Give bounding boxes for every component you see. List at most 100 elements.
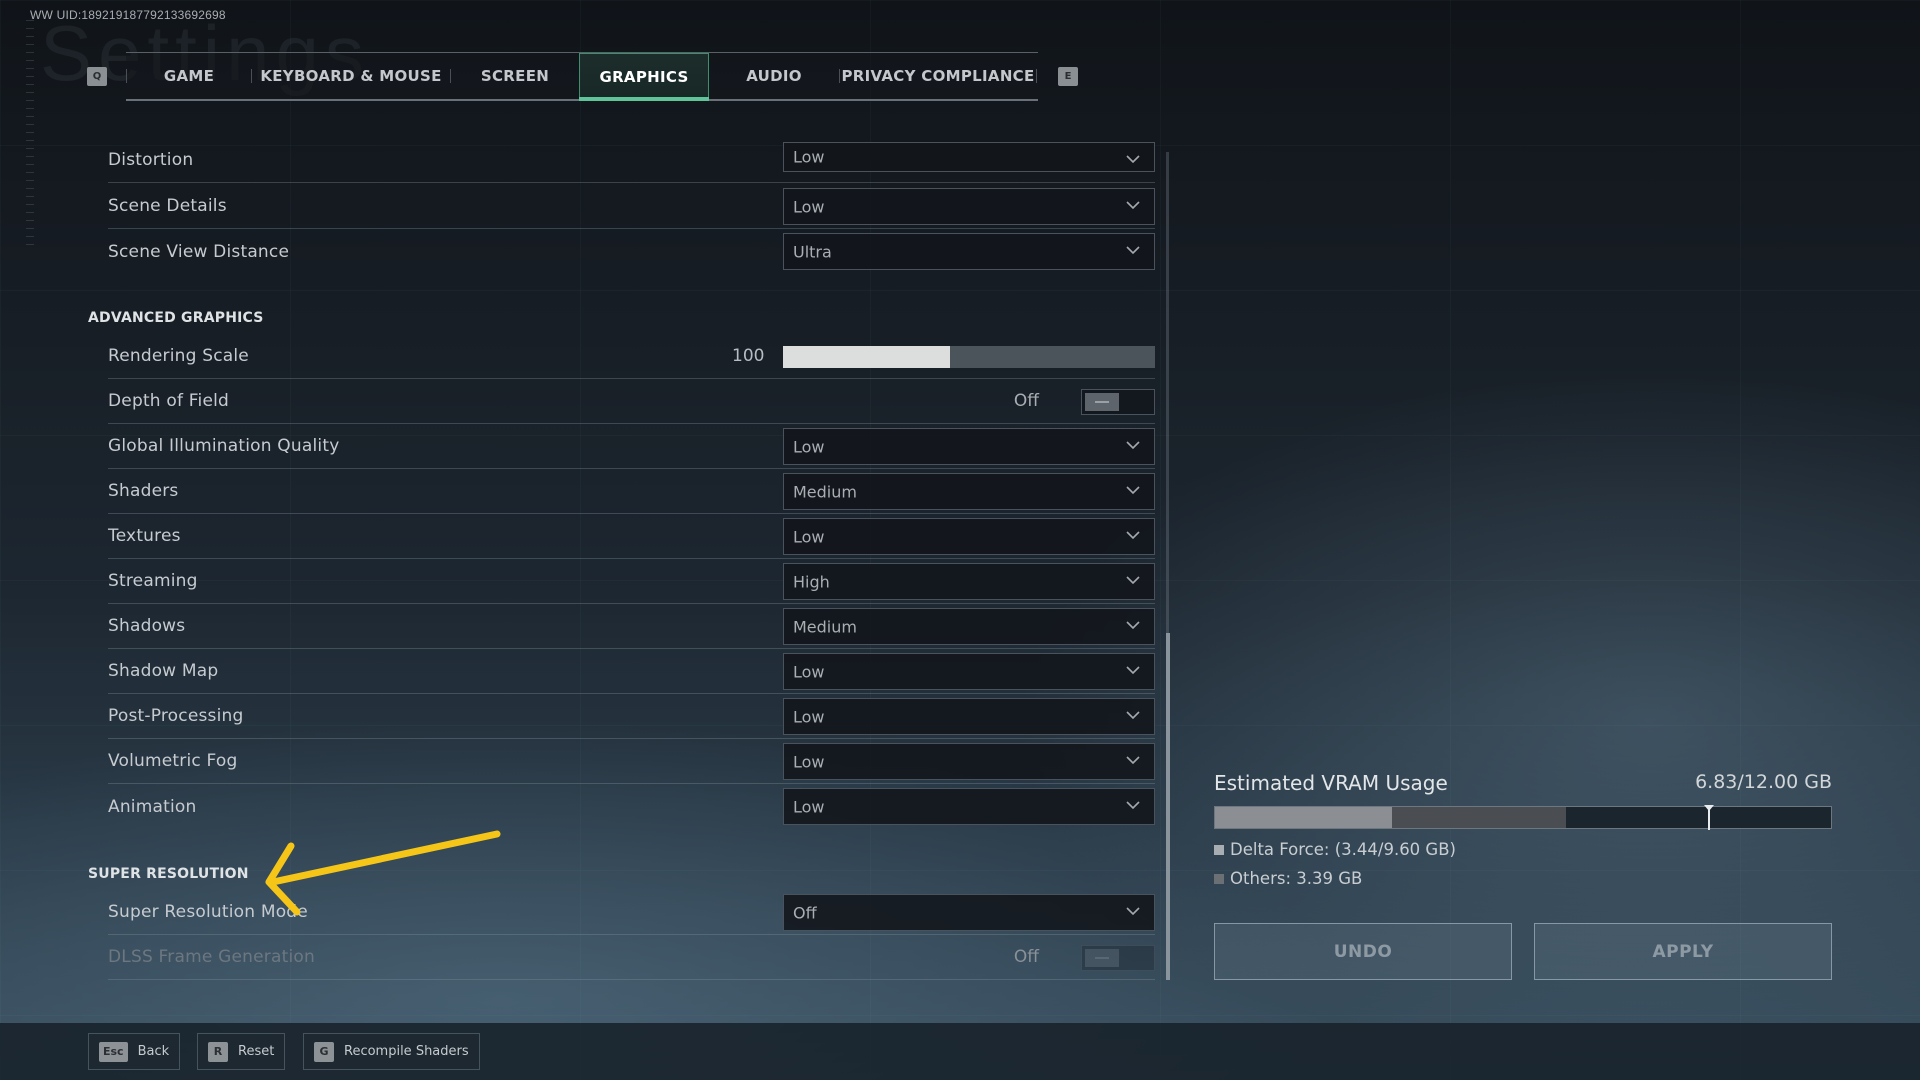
scrollbar-thumb[interactable] bbox=[1166, 633, 1170, 980]
tab-audio[interactable]: AUDIO bbox=[709, 53, 839, 99]
shadows-dropdown[interactable]: Medium bbox=[783, 608, 1155, 645]
setting-row-post-processing: Post-Processing Low bbox=[108, 694, 1155, 739]
section-heading-super-resolution: SUPER RESOLUTION bbox=[88, 866, 249, 882]
legend-label: Others: 3.39 GB bbox=[1230, 869, 1363, 888]
volumetric-fog-dropdown[interactable]: Low bbox=[783, 743, 1155, 780]
legend-label: Delta Force: (3.44/9.60 GB) bbox=[1230, 840, 1456, 859]
setting-label: Scene Details bbox=[108, 196, 227, 216]
setting-row-scene-details: Scene Details Low bbox=[108, 184, 1155, 229]
setting-label: Depth of Field bbox=[108, 391, 230, 411]
chevron-down-icon bbox=[1126, 666, 1140, 675]
dropdown-value: Low bbox=[793, 752, 825, 771]
setting-label: Global Illumination Quality bbox=[108, 436, 340, 456]
dropdown-value: Low bbox=[793, 797, 825, 816]
dropdown-value: Medium bbox=[793, 482, 857, 501]
tab-separator bbox=[1036, 69, 1037, 83]
reset-button[interactable]: R Reset bbox=[197, 1033, 286, 1070]
chevron-down-icon bbox=[1126, 621, 1140, 630]
setting-label: Distortion bbox=[108, 150, 194, 170]
tab-keyboard-mouse[interactable]: KEYBOARD & MOUSE bbox=[252, 53, 450, 99]
scene-view-distance-dropdown[interactable]: Ultra bbox=[783, 233, 1155, 270]
slider-fill bbox=[783, 346, 951, 368]
legend-others: Others: 3.39 GB bbox=[1214, 869, 1362, 888]
setting-label: DLSS Frame Generation bbox=[108, 947, 315, 967]
shadow-map-dropdown[interactable]: Low bbox=[783, 653, 1155, 690]
setting-row-rendering-scale: Rendering Scale 100 bbox=[108, 334, 1155, 379]
hint-label: Back bbox=[137, 1044, 170, 1059]
setting-label: Shadows bbox=[108, 616, 186, 636]
post-processing-dropdown[interactable]: Low bbox=[783, 698, 1155, 735]
global-illumination-quality-dropdown[interactable]: Low bbox=[783, 428, 1155, 465]
shaders-dropdown[interactable]: Medium bbox=[783, 473, 1155, 510]
setting-row-shaders: Shaders Medium bbox=[108, 469, 1155, 514]
chevron-down-icon bbox=[1126, 246, 1140, 255]
streaming-dropdown[interactable]: High bbox=[783, 563, 1155, 600]
vram-title: Estimated VRAM Usage bbox=[1214, 771, 1448, 795]
dropdown-value: Low bbox=[793, 147, 825, 167]
vram-segment-others bbox=[1391, 807, 1566, 828]
chevron-down-icon bbox=[1126, 711, 1140, 720]
setting-row-textures: Textures Low bbox=[108, 514, 1155, 559]
tab-screen[interactable]: SCREEN bbox=[451, 53, 579, 99]
toggle-knob bbox=[1085, 949, 1119, 967]
toggle-knob bbox=[1085, 393, 1119, 411]
dropdown-value: Ultra bbox=[793, 242, 832, 261]
dropdown-value: Low bbox=[793, 527, 825, 546]
next-tab-key[interactable]: E bbox=[1058, 67, 1078, 86]
back-button[interactable]: Esc Back bbox=[88, 1033, 181, 1070]
toggle-state-text: Off bbox=[1013, 391, 1039, 411]
distortion-dropdown[interactable]: Low bbox=[783, 142, 1155, 172]
dropdown-value: Off bbox=[793, 903, 817, 922]
dlss-frame-generation-toggle bbox=[1081, 945, 1155, 971]
chevron-down-icon bbox=[1126, 201, 1140, 210]
dropdown-value: High bbox=[793, 572, 830, 591]
user-uid: WW UID:189219187792133692698 bbox=[30, 8, 226, 22]
apply-button[interactable]: APPLY bbox=[1534, 923, 1832, 980]
key-g: G bbox=[314, 1041, 334, 1062]
rendering-scale-slider[interactable] bbox=[783, 346, 1155, 368]
chevron-down-icon bbox=[1126, 907, 1140, 916]
chevron-down-icon bbox=[1126, 576, 1140, 585]
chevron-down-icon bbox=[1126, 155, 1140, 164]
legend-swatch bbox=[1214, 873, 1224, 884]
super-resolution-mode-dropdown[interactable]: Off bbox=[783, 894, 1155, 931]
setting-row-global-illumination-quality: Global Illumination Quality Low bbox=[108, 424, 1155, 469]
vram-segment-delta-force bbox=[1215, 807, 1392, 828]
legend-delta-force: Delta Force: (3.44/9.60 GB) bbox=[1214, 840, 1456, 859]
setting-label: Rendering Scale bbox=[108, 346, 249, 366]
annotation-arrow-icon bbox=[265, 830, 501, 916]
key-esc: Esc bbox=[99, 1041, 128, 1062]
setting-label: Scene View Distance bbox=[108, 241, 290, 262]
setting-row-depth-of-field: Depth of Field Off bbox=[108, 379, 1155, 424]
setting-row-shadow-map: Shadow Map Low bbox=[108, 649, 1155, 694]
toggle-state-text: Off bbox=[1013, 947, 1039, 967]
setting-row-volumetric-fog: Volumetric Fog Low bbox=[108, 739, 1155, 784]
prev-tab-key[interactable]: Q bbox=[87, 67, 107, 86]
chevron-down-icon bbox=[1126, 486, 1140, 495]
chevron-down-icon bbox=[1126, 801, 1140, 810]
vram-limit-marker bbox=[1703, 805, 1714, 830]
section-heading-advanced-graphics: ADVANCED GRAPHICS bbox=[88, 310, 264, 326]
setting-label: Shadow Map bbox=[108, 661, 219, 681]
recompile-shaders-button[interactable]: G Recompile Shaders bbox=[303, 1033, 480, 1070]
vram-total: 6.83/12.00 GB bbox=[1695, 771, 1832, 793]
dropdown-value: Low bbox=[793, 197, 825, 216]
setting-row-streaming: Streaming High bbox=[108, 559, 1155, 604]
tab-game[interactable]: GAME bbox=[127, 53, 251, 99]
depth-of-field-toggle[interactable] bbox=[1081, 389, 1155, 415]
textures-dropdown[interactable]: Low bbox=[783, 518, 1155, 555]
animation-dropdown[interactable]: Low bbox=[783, 788, 1155, 825]
undo-button[interactable]: UNDO bbox=[1214, 923, 1512, 980]
chevron-down-icon bbox=[1126, 756, 1140, 765]
hint-label: Reset bbox=[238, 1044, 275, 1059]
setting-row-dlss-frame-generation: DLSS Frame Generation Off bbox=[108, 935, 1155, 980]
tab-graphics[interactable]: GRAPHICS bbox=[579, 53, 709, 101]
dropdown-value: Low bbox=[793, 437, 825, 456]
key-r: R bbox=[208, 1041, 228, 1062]
chevron-down-icon bbox=[1126, 531, 1140, 540]
rendering-scale-value: 100 bbox=[732, 346, 765, 366]
tab-privacy-compliance[interactable]: PRIVACY COMPLIANCE bbox=[840, 53, 1036, 99]
dropdown-value: Medium bbox=[793, 617, 857, 636]
setting-label: Shaders bbox=[108, 481, 179, 501]
scene-details-dropdown[interactable]: Low bbox=[783, 188, 1155, 225]
